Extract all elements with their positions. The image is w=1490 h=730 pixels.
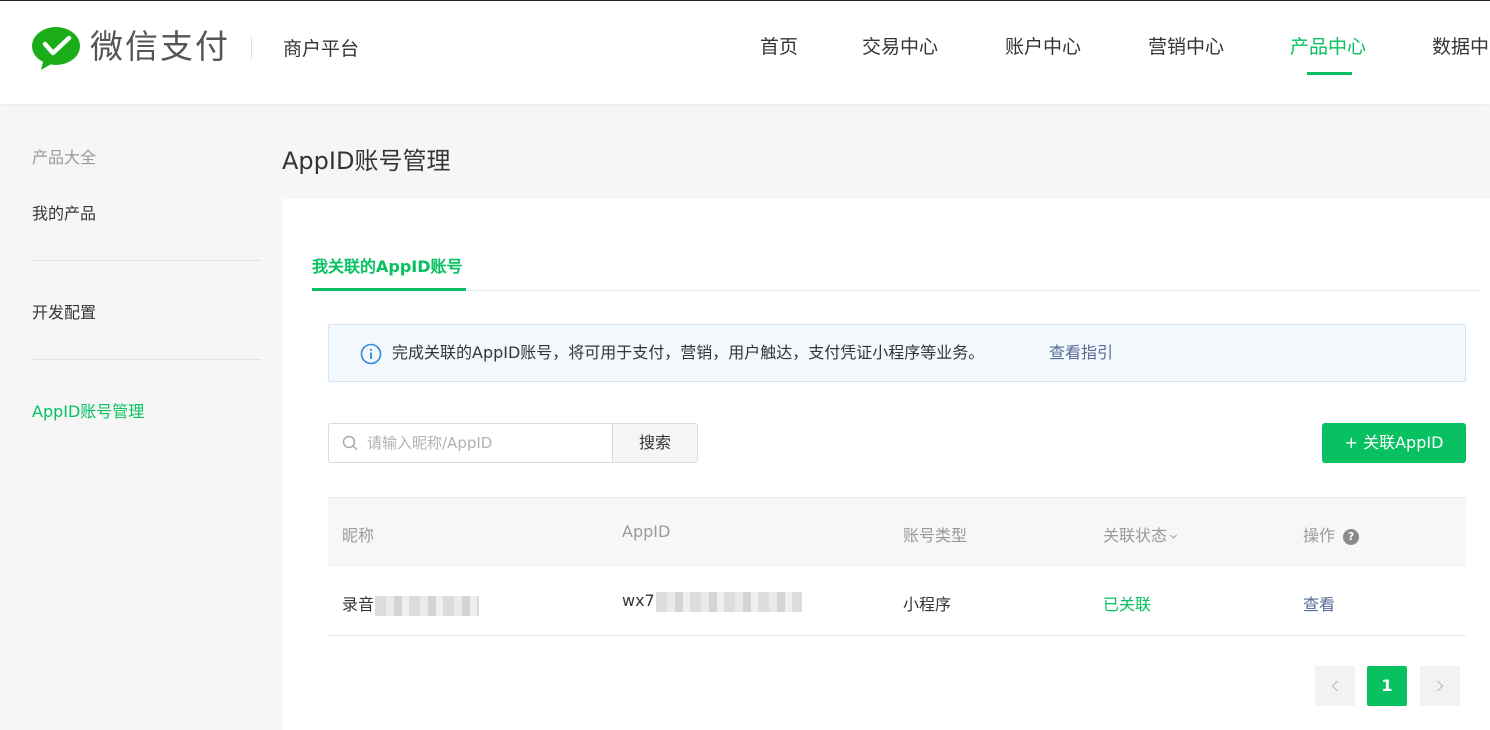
tab-active-indicator	[312, 288, 466, 291]
chevron-right-icon	[1437, 680, 1444, 692]
sidebar-item-dev-config[interactable]: 开发配置	[32, 299, 96, 323]
sidebar-item-my-products[interactable]: 我的产品	[32, 200, 96, 224]
appid-text: wx7	[622, 591, 655, 610]
pagination-next-button[interactable]	[1420, 666, 1460, 706]
search-icon	[342, 435, 358, 451]
help-icon[interactable]: ?	[1343, 529, 1360, 545]
tab-linked-appids[interactable]: 我关联的AppID账号	[312, 253, 463, 277]
page-title: AppID账号管理	[282, 147, 451, 175]
brand-divider	[251, 37, 252, 59]
tabs-baseline	[312, 290, 1480, 291]
table-header: 昵称 AppID 账号类型 关联状态 操作?	[328, 497, 1466, 567]
nav-item-products[interactable]: 产品中心	[1290, 34, 1366, 60]
cell-nickname: 录音	[342, 591, 480, 616]
column-header-nickname: 昵称	[342, 526, 375, 545]
column-header-actions: 操作?	[1303, 522, 1360, 546]
notice-text: 完成关联的AppID账号，将可用于支付，营销，用户触达，支付凭证小程序等业务。	[392, 343, 985, 362]
sidebar-section-label[interactable]: 产品大全	[32, 144, 96, 168]
content-card	[282, 199, 1490, 730]
sidebar-divider	[32, 260, 261, 261]
pagination-current-page[interactable]: 1	[1367, 666, 1407, 706]
column-header-appid: AppID	[622, 522, 671, 541]
column-header-status-filter[interactable]: 关联状态	[1103, 522, 1178, 546]
view-guide-link[interactable]: 查看指引	[1049, 342, 1113, 364]
redacted-blur	[655, 591, 802, 612]
top-header: 微信支付 商户平台 首页 交易中心 账户中心 营销中心 产品中心 数据中	[0, 0, 1490, 104]
view-link[interactable]: 查看	[1303, 591, 1335, 615]
sidebar-item-appid-management[interactable]: AppID账号管理	[32, 398, 144, 422]
wechat-pay-logo-icon[interactable]	[31, 26, 81, 72]
column-header-status-label: 关联状态	[1103, 526, 1168, 545]
nav-item-marketing[interactable]: 营销中心	[1148, 34, 1224, 60]
search-box[interactable]	[328, 423, 613, 463]
nickname-text: 录音	[342, 595, 375, 614]
table-row: 录音 wx7 小程序 已关联 查看	[328, 567, 1466, 636]
search-input[interactable]	[367, 424, 607, 462]
nav-item-account[interactable]: 账户中心	[1005, 34, 1081, 60]
brand-name: 微信支付	[90, 27, 230, 66]
link-appid-button[interactable]: + 关联AppID	[1322, 423, 1466, 463]
column-header-actions-label: 操作	[1303, 526, 1336, 545]
chevron-left-icon	[1331, 680, 1338, 692]
cell-appid: wx7	[622, 591, 802, 612]
platform-name: 商户平台	[283, 38, 360, 60]
nav-item-data[interactable]: 数据中	[1432, 34, 1489, 60]
nav-item-home[interactable]: 首页	[760, 34, 798, 60]
info-icon	[360, 343, 382, 365]
cell-status: 已关联	[1103, 595, 1152, 614]
chevron-down-icon[interactable]	[1169, 532, 1178, 541]
nav-active-indicator	[1307, 72, 1352, 75]
pagination-prev-button[interactable]	[1315, 666, 1355, 706]
redacted-blur	[375, 595, 480, 616]
column-header-account-type: 账号类型	[903, 526, 968, 545]
sidebar-divider	[32, 359, 261, 360]
search-button[interactable]: 搜索	[612, 423, 698, 463]
info-notice: 完成关联的AppID账号，将可用于支付，营销，用户触达，支付凭证小程序等业务。 …	[328, 324, 1466, 382]
nav-item-transactions[interactable]: 交易中心	[862, 34, 938, 60]
cell-account-type: 小程序	[903, 595, 952, 614]
